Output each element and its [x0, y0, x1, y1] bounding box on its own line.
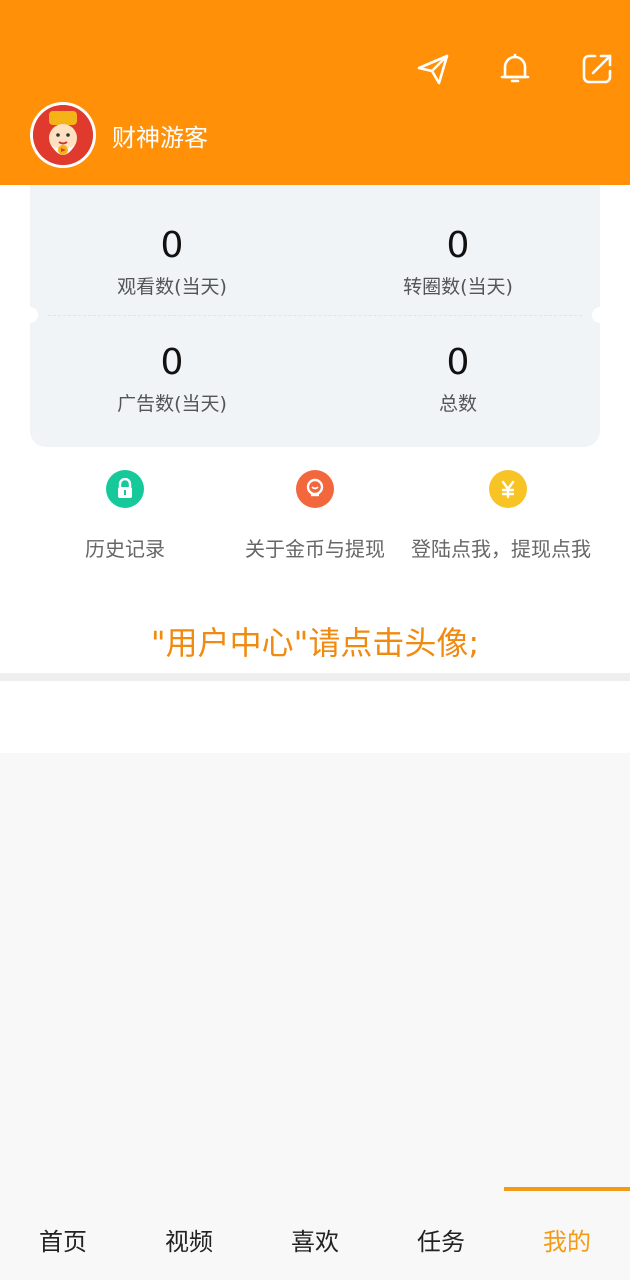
stat-label: 转圈数(当天): [403, 276, 513, 298]
lock-icon: [106, 470, 144, 508]
tab-video[interactable]: 视频: [126, 1192, 252, 1280]
tab-home[interactable]: 首页: [0, 1192, 126, 1280]
stat-value: 0: [160, 225, 184, 266]
quick-label: 历史记录: [85, 537, 165, 561]
stat-label: 广告数(当天): [117, 393, 227, 415]
card-notch-left: [22, 307, 38, 323]
stat-views-today: 0 观看数(当天): [42, 226, 302, 299]
user-center-notice: "用户中心"请点击头像;: [150, 624, 480, 662]
stat-value: 0: [446, 225, 470, 266]
stat-label: 观看数(当天): [117, 276, 227, 298]
yen-icon: [489, 470, 527, 508]
stat-label: 总数: [438, 393, 477, 415]
username[interactable]: 财神游客: [112, 118, 208, 153]
avatar-image: [33, 105, 93, 165]
profile-header: 财神游客: [0, 0, 630, 185]
stat-total: 0 总数: [328, 343, 588, 416]
tab-mine[interactable]: 我的: [504, 1187, 630, 1280]
stat-ads-today: 0 广告数(当天): [42, 343, 302, 416]
login-withdraw-button[interactable]: 登陆点我，提现点我: [411, 470, 593, 566]
stat-value: 0: [160, 342, 184, 383]
avatar[interactable]: [30, 102, 96, 168]
stat-value: 0: [446, 342, 470, 383]
tab-tasks[interactable]: 任务: [378, 1192, 504, 1280]
stat-spins-today: 0 转圈数(当天): [328, 226, 588, 299]
history-button[interactable]: 历史记录: [30, 470, 220, 566]
quick-label: 关于金币与提现: [245, 537, 385, 561]
send-icon[interactable]: [414, 50, 452, 88]
section-divider: [0, 673, 630, 681]
quick-label: 登陆点我，提现点我: [411, 537, 591, 561]
bottom-tab-bar: 首页 视频 喜欢 任务 我的: [0, 1187, 630, 1280]
about-coins-button[interactable]: 关于金币与提现: [220, 470, 410, 566]
card-divider: [48, 315, 582, 316]
tab-likes[interactable]: 喜欢: [252, 1192, 378, 1280]
card-notch-right: [592, 307, 608, 323]
share-icon[interactable]: [578, 50, 616, 88]
empty-section: [0, 681, 630, 753]
bulb-icon: [296, 470, 334, 508]
bell-icon[interactable]: [496, 50, 534, 88]
